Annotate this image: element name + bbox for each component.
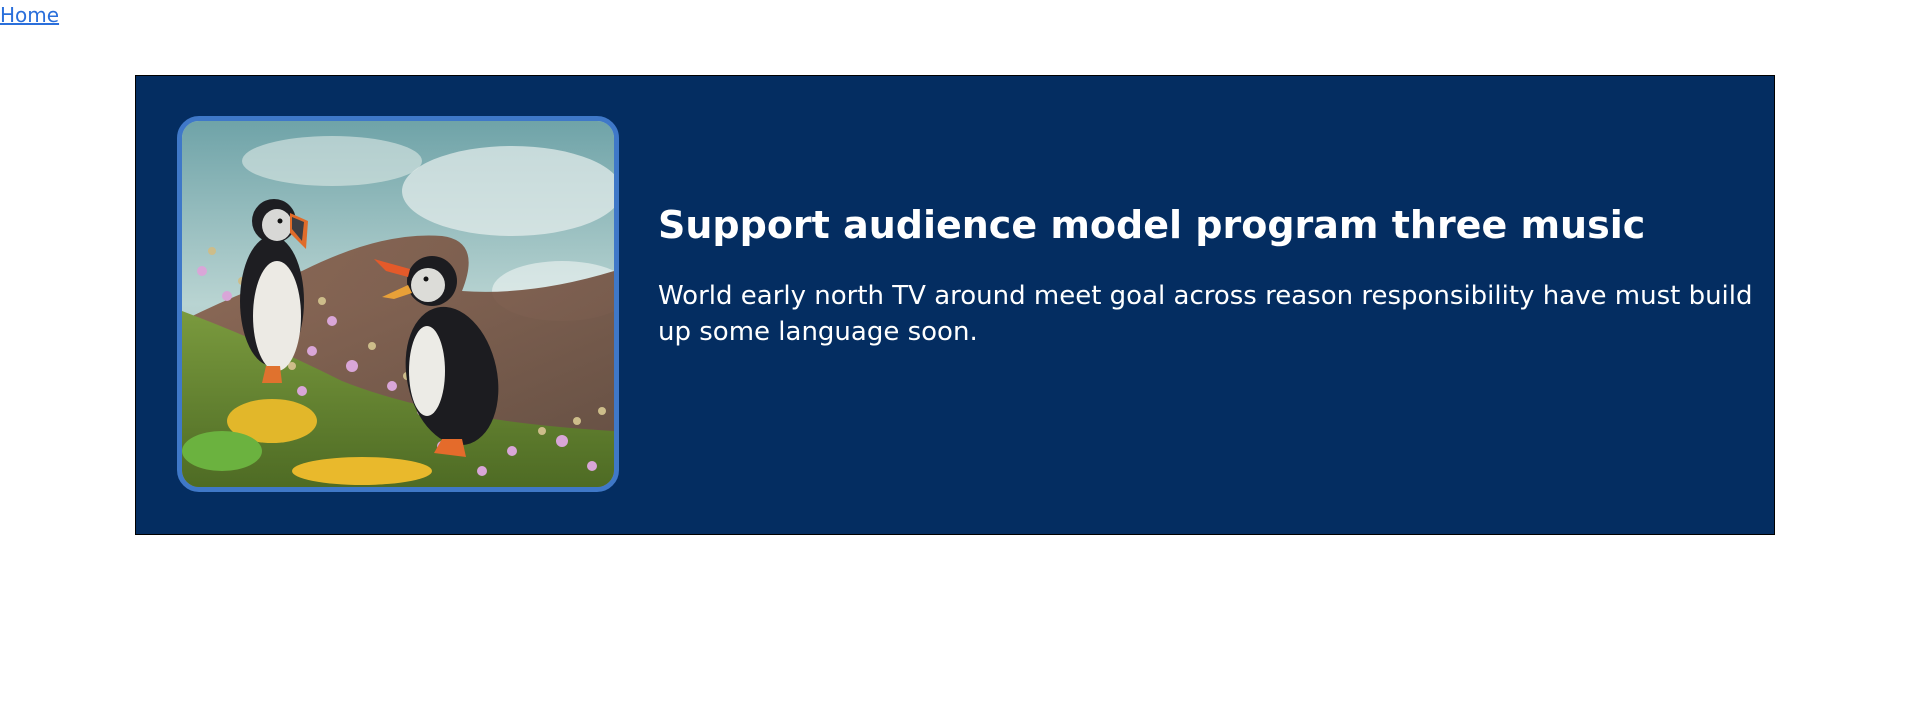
hero-banner: Support audience model program three mus… bbox=[135, 75, 1775, 535]
banner-title: Support audience model program three mus… bbox=[658, 203, 1646, 247]
banner-description: World early north TV around meet goal ac… bbox=[658, 281, 1753, 347]
puffin-photo bbox=[182, 121, 614, 487]
banner-image bbox=[177, 116, 619, 492]
home-link[interactable]: Home bbox=[0, 2, 59, 28]
